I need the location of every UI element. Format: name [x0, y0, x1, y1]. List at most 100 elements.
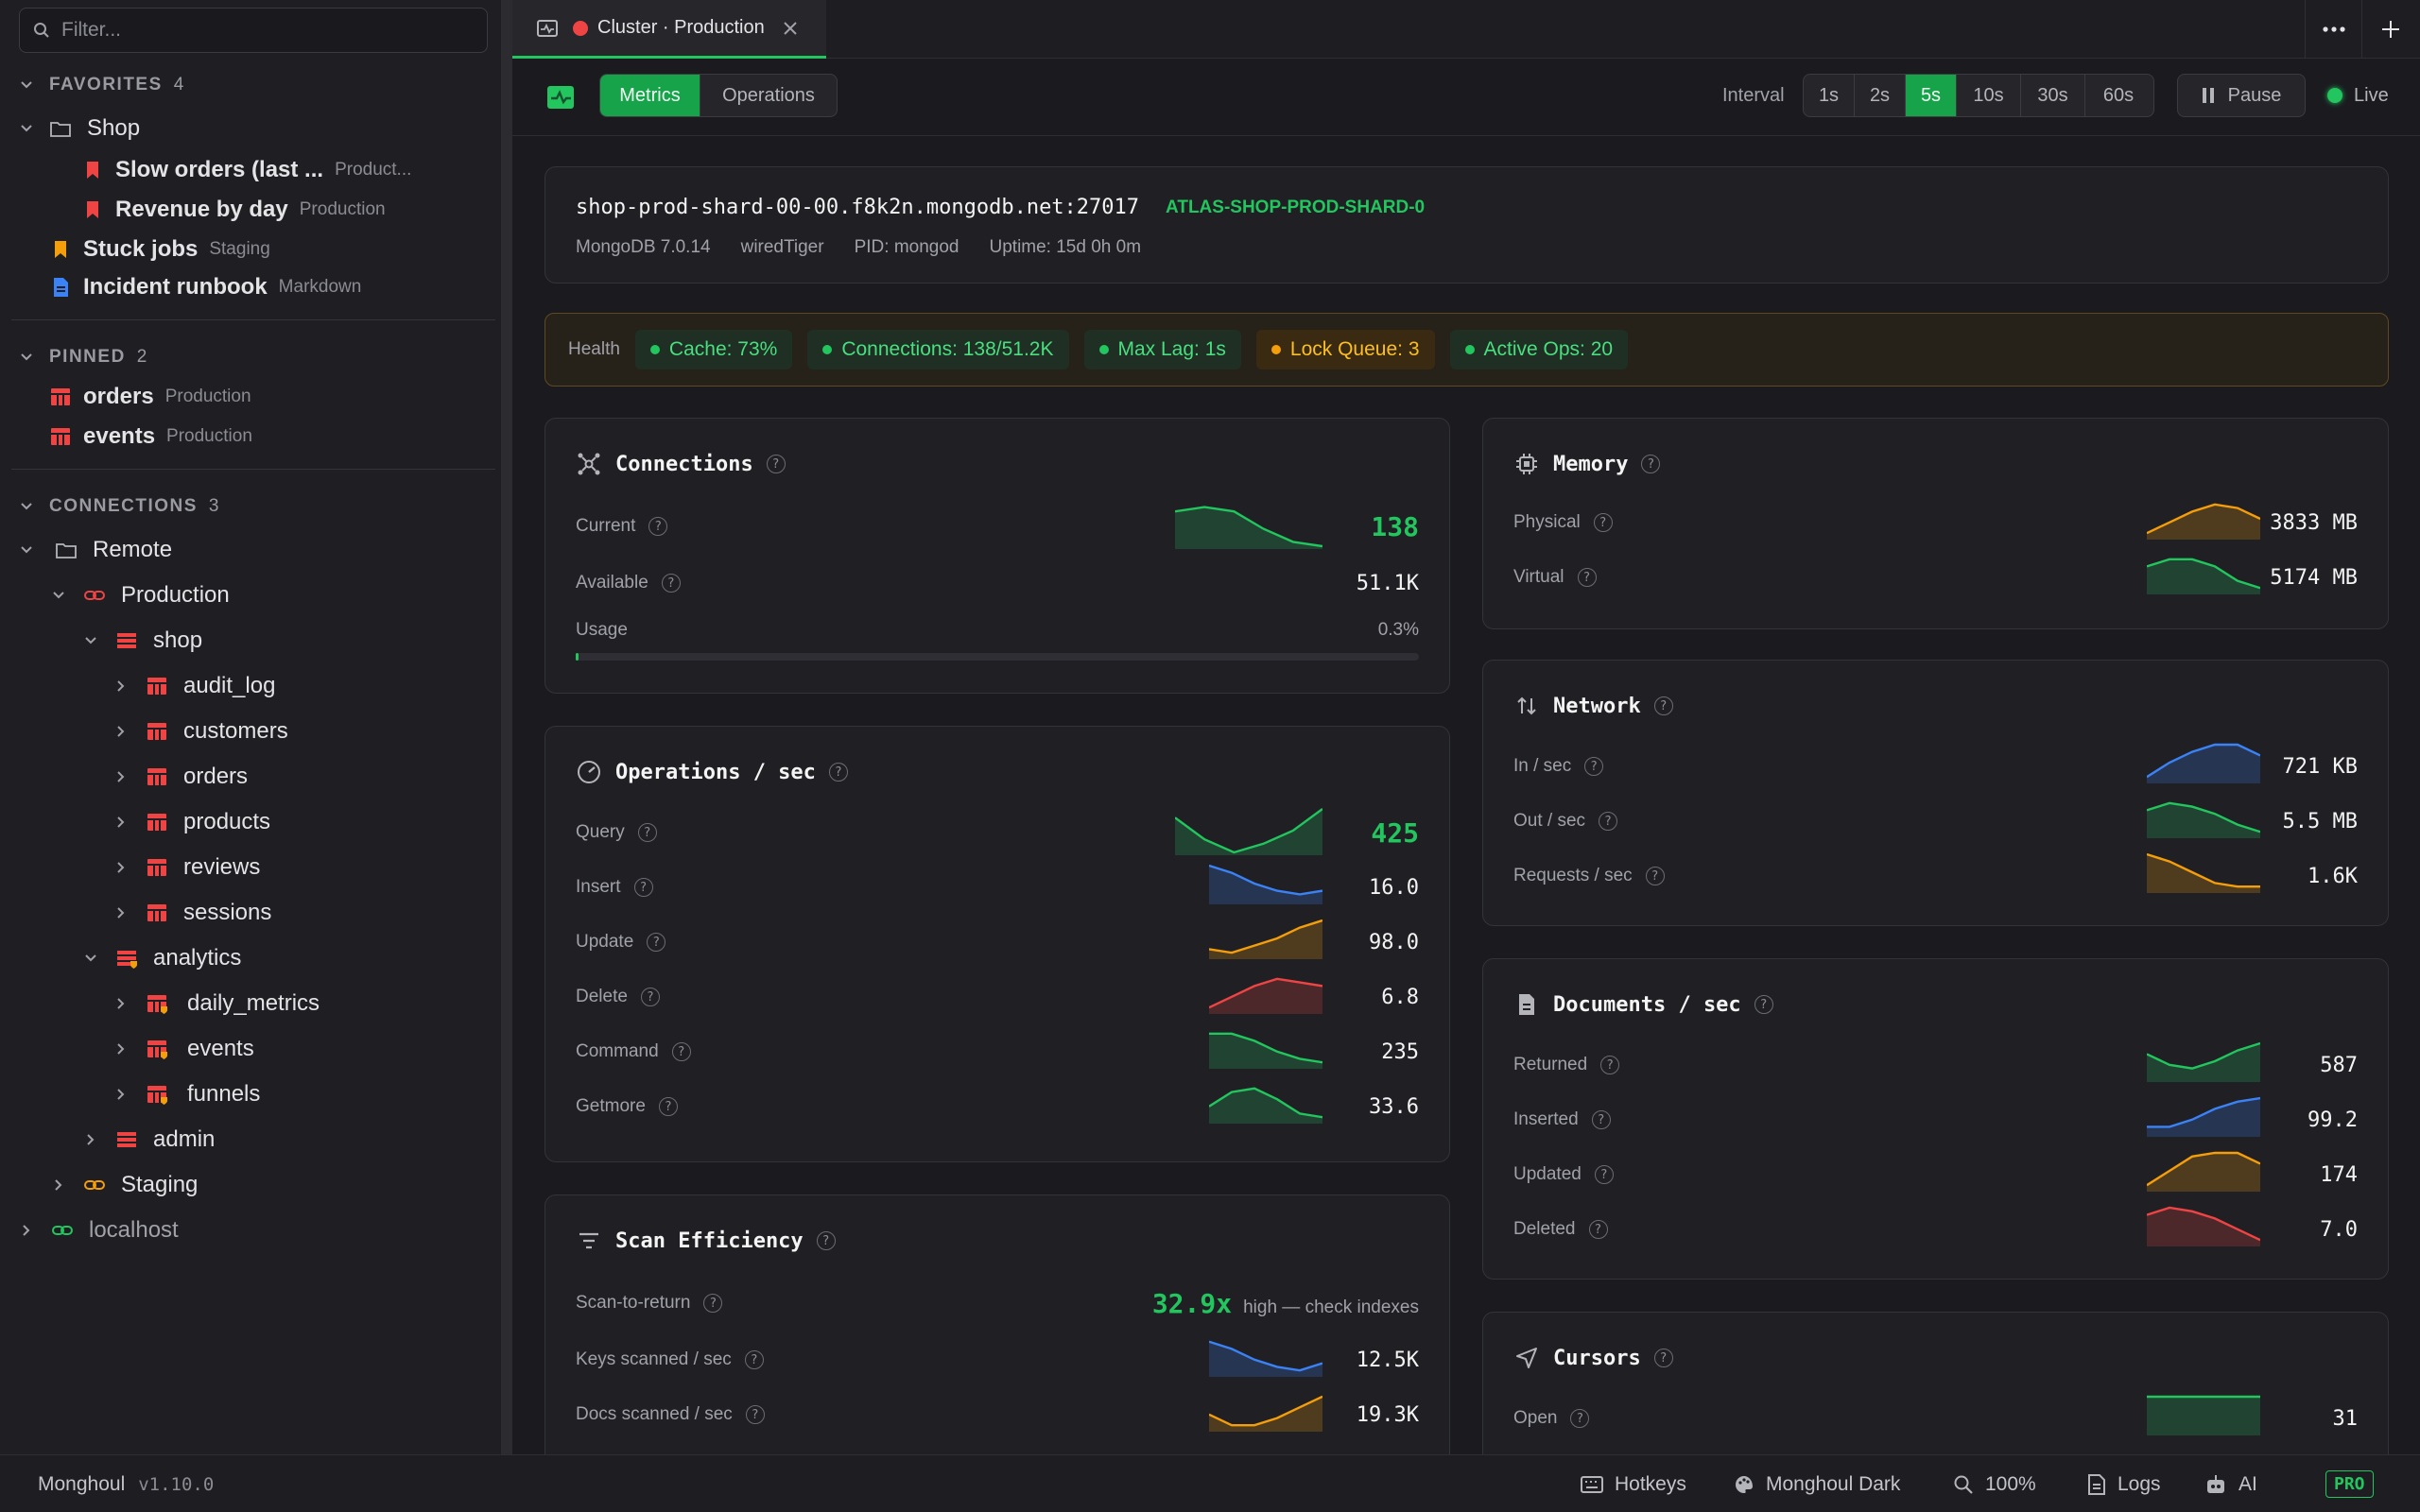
status-bar: Monghoul v1.10.0 Hotkeys Monghoul Dark 1…: [0, 1454, 2420, 1512]
interval-option[interactable]: 2s: [1855, 75, 1906, 116]
collection-item[interactable]: orders: [112, 756, 248, 798]
server-uptime: Uptime: 15d 0h 0m: [989, 237, 1142, 257]
help-icon[interactable]: ?: [1591, 1110, 1611, 1129]
card-title: Network: [1553, 694, 1641, 718]
sparkline-connections: [1175, 506, 1322, 549]
logs-label: Logs: [2118, 1472, 2161, 1495]
help-icon[interactable]: ?: [671, 1042, 691, 1061]
collection-item[interactable]: events: [112, 1028, 254, 1070]
filter-input[interactable]: [61, 19, 477, 42]
metric-label: Open: [1513, 1408, 1558, 1428]
pinned-item[interactable]: events Production: [49, 416, 252, 457]
favorite-item[interactable]: Stuck jobs Staging: [49, 229, 270, 270]
view-switch: Metrics Operations: [599, 74, 838, 117]
help-icon[interactable]: ?: [1584, 757, 1604, 776]
interval-option[interactable]: 10s: [1957, 75, 2021, 116]
help-icon[interactable]: ?: [828, 763, 848, 782]
pro-badge[interactable]: PRO: [2325, 1455, 2374, 1512]
collection-item[interactable]: sessions: [112, 892, 271, 934]
database-shop[interactable]: shop: [81, 620, 202, 662]
folder-remote[interactable]: Remote: [17, 529, 172, 571]
chevron-down-icon: [85, 637, 96, 644]
help-icon[interactable]: ?: [766, 455, 786, 473]
help-icon[interactable]: ?: [1641, 455, 1661, 473]
help-icon[interactable]: ?: [1588, 1220, 1608, 1239]
interval-option[interactable]: 1s: [1804, 75, 1855, 116]
more-button[interactable]: [2305, 0, 2361, 59]
folder-label: Remote: [93, 537, 173, 562]
interval-option[interactable]: 30s: [2021, 75, 2085, 116]
help-icon[interactable]: ?: [745, 1405, 765, 1424]
collection-item[interactable]: audit_log: [112, 665, 275, 707]
close-icon[interactable]: [782, 20, 799, 37]
sparkline-requests: [2147, 852, 2260, 893]
favorite-item[interactable]: Revenue by day Production: [81, 189, 386, 231]
help-icon[interactable]: ?: [647, 933, 666, 952]
metric-row: Delete? 6.8: [576, 977, 1419, 1016]
help-icon[interactable]: ?: [661, 574, 681, 593]
pause-button[interactable]: Pause: [2177, 74, 2306, 117]
health-pill-text: Lock Queue: 3: [1289, 338, 1420, 360]
help-icon[interactable]: ?: [633, 878, 653, 897]
zoom-button[interactable]: 100%: [1953, 1455, 2036, 1512]
ai-button[interactable]: AI: [2204, 1455, 2257, 1512]
help-icon[interactable]: ?: [658, 1097, 678, 1116]
interval-option[interactable]: 5s: [1906, 75, 1957, 116]
help-icon[interactable]: ?: [1570, 1409, 1590, 1428]
favorite-item[interactable]: Incident runbook Markdown: [49, 266, 361, 308]
help-icon[interactable]: ?: [1653, 1349, 1673, 1367]
help-icon[interactable]: ?: [744, 1350, 764, 1369]
help-icon[interactable]: ?: [1593, 513, 1613, 532]
section-connections[interactable]: CONNECTIONS 3: [17, 486, 218, 527]
chevron-down-icon: [21, 81, 32, 89]
help-icon[interactable]: ?: [1599, 812, 1618, 831]
collection-item[interactable]: customers: [112, 711, 288, 752]
help-icon[interactable]: ?: [703, 1294, 723, 1313]
favorite-item[interactable]: Slow orders (last ... Product...: [81, 149, 411, 191]
collection-item[interactable]: reviews: [112, 847, 260, 888]
section-pinned[interactable]: PINNED 2: [17, 336, 147, 378]
connection-staging[interactable]: Staging: [49, 1164, 198, 1206]
help-icon[interactable]: ?: [816, 1231, 836, 1250]
tab-cluster-production[interactable]: Cluster · Production: [512, 0, 826, 59]
sparkline-updated: [2147, 1151, 2260, 1192]
sidebar: FAVORITES 4 Shop Slow orders (last ... P…: [0, 0, 501, 1454]
connection-production[interactable]: Production: [49, 575, 230, 616]
new-tab-button[interactable]: [2361, 0, 2418, 59]
chevron-right-icon: [117, 907, 125, 919]
help-icon[interactable]: ?: [1653, 696, 1673, 715]
folder-shop[interactable]: Shop: [17, 108, 140, 149]
collection-label: events: [187, 1036, 254, 1061]
logs-button[interactable]: Logs: [2087, 1455, 2161, 1512]
help-icon[interactable]: ?: [640, 988, 660, 1006]
sparkline-delete: [1209, 977, 1322, 1014]
interval-option[interactable]: 60s: [2085, 75, 2152, 116]
help-icon[interactable]: ?: [1754, 995, 1773, 1014]
filter-box[interactable]: [19, 8, 488, 53]
database-analytics[interactable]: analytics: [81, 937, 241, 979]
tab-operations[interactable]: Operations: [700, 75, 837, 116]
link-icon: [84, 591, 105, 600]
section-favorites[interactable]: FAVORITES 4: [17, 64, 183, 106]
help-icon[interactable]: ?: [1577, 568, 1597, 587]
collection-label: products: [183, 809, 271, 834]
hotkeys-button[interactable]: Hotkeys: [1581, 1455, 1686, 1512]
metric-row: In / sec? 721 KB: [1513, 743, 2358, 785]
collection-item[interactable]: funnels: [112, 1074, 260, 1115]
theme-button[interactable]: Monghoul Dark: [1734, 1455, 1900, 1512]
pinned-item[interactable]: orders Production: [49, 376, 251, 418]
help-icon[interactable]: ?: [1594, 1165, 1614, 1184]
connection-localhost[interactable]: localhost: [17, 1210, 179, 1251]
help-icon[interactable]: ?: [1600, 1056, 1620, 1074]
help-icon[interactable]: ?: [1645, 867, 1665, 885]
help-icon[interactable]: ?: [637, 823, 657, 842]
filter-icon: [579, 1232, 598, 1249]
tab-metrics[interactable]: Metrics: [600, 75, 700, 116]
help-icon[interactable]: ?: [648, 517, 668, 536]
sidebar-splitter[interactable]: [501, 0, 512, 1454]
collection-label: funnels: [187, 1081, 261, 1107]
transfer-icon: [1517, 696, 1536, 715]
collection-item[interactable]: daily_metrics: [112, 983, 320, 1024]
collection-item[interactable]: products: [112, 801, 270, 843]
database-admin[interactable]: admin: [81, 1119, 215, 1160]
